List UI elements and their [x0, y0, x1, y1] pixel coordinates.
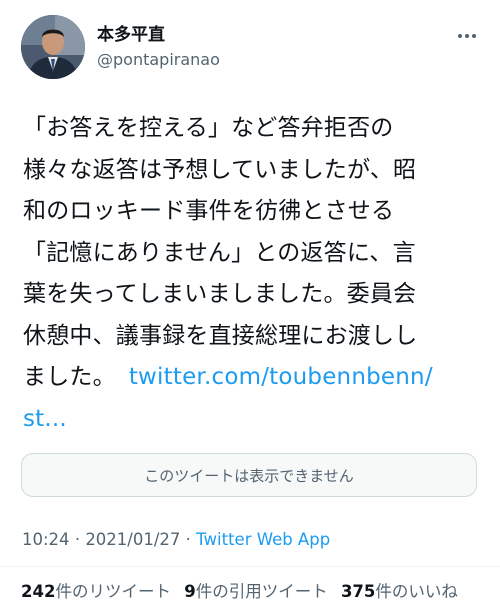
tweet-metadata: 10:24 · 2021/01/27 · Twitter Web App [22, 528, 330, 552]
quote-tweets-count: 9 [184, 582, 196, 601]
tweet-text: 「お答えを控える」など答弁拒否の 様々な返答は予想していましたが、昭 和のロッキ… [23, 108, 483, 440]
tweet-text-line: st... [23, 399, 483, 441]
tweet-text-line: 「お答えを控える」など答弁拒否の [23, 115, 394, 141]
more-options-icon[interactable] [456, 28, 478, 42]
likes-label: 件のいいね [375, 582, 458, 601]
tweet-text-line: 様々な返答は予想していましたが、昭 [23, 156, 417, 183]
retweets-stat[interactable]: 242件のリツイート [21, 578, 171, 606]
meta-separator: · [185, 530, 191, 549]
tweet-text-end: ました。 [23, 364, 116, 390]
tweet-link-continued[interactable]: st... [23, 406, 67, 432]
tweet-text-line: 休憩中、議事録を直接総理にお渡しし [23, 322, 418, 349]
author-handle[interactable]: @pontapiranao [97, 49, 220, 71]
avatar[interactable] [21, 15, 85, 79]
likes-stat[interactable]: 375件のいいね [341, 578, 458, 606]
unavailable-message: このツイートは表示できません [144, 466, 354, 485]
tweet-link[interactable]: twitter.com/toubennbenn/ [129, 364, 433, 390]
tweet-text-line: 和のロッキード事件を彷彿とさせる [23, 198, 395, 224]
tweet-text-line: 「記憶にありません」との返答に、言 [23, 239, 416, 266]
avatar-photo [21, 15, 85, 79]
retweets-label: 件のリツイート [55, 582, 171, 601]
tweet-date[interactable]: 2021/01/27 [85, 530, 180, 549]
quote-tweets-label: 件の引用ツイート [195, 582, 328, 601]
retweets-count: 242 [21, 582, 56, 601]
likes-count: 375 [340, 582, 376, 601]
tweet-source[interactable]: Twitter Web App [196, 530, 330, 549]
tweet-text-line-last: ました。 twitter.com/toubennbenn/ [23, 357, 483, 399]
author-display-name[interactable]: 本多平直 [97, 24, 165, 46]
tweet-detail: 本多平直 @pontapiranao 「お答えを控える」など答弁拒否の 様々な返… [0, 0, 500, 615]
quoted-tweet-unavailable: このツイートは表示できません [21, 453, 477, 497]
divider [0, 566, 500, 567]
tweet-text-line: 葉を失ってしまいましました。委員会 [23, 281, 417, 307]
tweet-time[interactable]: 10:24 [22, 530, 70, 549]
meta-separator: · [74, 530, 81, 549]
tweet-stats: 242件のリツイート 9件の引用ツイート 375件のいいね [21, 578, 466, 606]
quote-tweets-stat[interactable]: 9件の引用ツイート [184, 578, 327, 606]
